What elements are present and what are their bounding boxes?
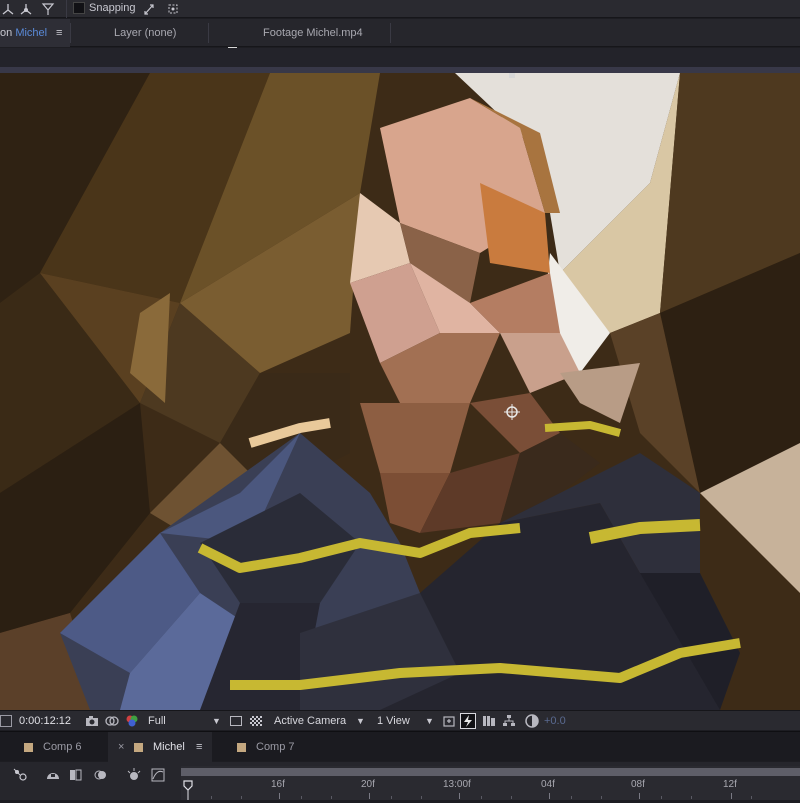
transparency-grid-icon[interactable]: [250, 716, 262, 726]
ruler-tick: [691, 796, 692, 799]
ruler-tick: [211, 796, 212, 799]
ruler-tick: [301, 796, 302, 799]
fast-previews-icon[interactable]: [460, 713, 476, 729]
composition-viewer[interactable]: [0, 73, 800, 710]
comp-tab-icon: [237, 743, 246, 752]
flowchart-icon[interactable]: [501, 713, 517, 729]
exposure-reset-icon[interactable]: [524, 713, 540, 729]
composition-tab-prefix: on: [0, 27, 13, 39]
snap-edges-icon[interactable]: [141, 1, 157, 17]
ruler-tick: [601, 796, 602, 799]
viewer-frame-image: [0, 73, 800, 710]
ruler-tick: [661, 796, 662, 799]
chevron-down-icon[interactable]: ▼: [425, 711, 434, 731]
ruler-tick: [241, 796, 242, 799]
color-channel-icon[interactable]: [124, 713, 140, 729]
timeline-tab-row: Comp 6 × Michel ≡ Comp 7: [0, 731, 800, 762]
ruler-tick: [511, 796, 512, 799]
ruler-tick: [459, 793, 460, 799]
brainstorm-icon[interactable]: [126, 767, 142, 783]
tab-divider: [208, 23, 209, 43]
snapping-label: Snapping: [89, 2, 136, 14]
tab-comp-7[interactable]: Comp 7: [256, 732, 295, 762]
view-layout-select[interactable]: 1 View: [377, 711, 410, 731]
grid-guides-icon[interactable]: [0, 715, 12, 727]
region-of-interest-icon[interactable]: [230, 716, 242, 726]
resolution-select[interactable]: Full: [148, 711, 166, 731]
ruler-tick: [571, 796, 572, 799]
ruler-label: 13:00f: [443, 779, 471, 790]
ruler-label: 04f: [541, 779, 555, 790]
camera-view-select[interactable]: Active Camera: [274, 711, 346, 731]
comp-panel-icon[interactable]: [481, 713, 497, 729]
comp-tab-icon: [134, 743, 143, 752]
ruler-tick: [549, 793, 550, 799]
snap-features-icon[interactable]: [165, 1, 181, 17]
viewer-controls-bar: 0:00:12:12 Full ▼ Active Camera ▼ 1 View…: [0, 710, 800, 730]
timeline-toggle-icon[interactable]: [441, 713, 457, 729]
viewer-top-handle[interactable]: [509, 73, 515, 78]
ruler-tick: [331, 796, 332, 799]
ruler-label: 20f: [361, 779, 375, 790]
ruler-tick: [391, 796, 392, 799]
ruler-label: 08f: [631, 779, 645, 790]
ruler-tick: [639, 793, 640, 799]
tab-michel[interactable]: Michel: [153, 732, 185, 762]
ruler-tick: [481, 796, 482, 799]
exposure-value[interactable]: +0.0: [544, 711, 566, 731]
current-timecode[interactable]: 0:00:12:12: [19, 711, 71, 731]
ruler-tick: [731, 793, 732, 799]
composition-tab-name: Michel: [15, 27, 48, 39]
chevron-down-icon[interactable]: ▼: [212, 711, 221, 731]
composition-mini-flowchart-icon[interactable]: [12, 767, 28, 783]
panel-menu-icon[interactable]: ≡: [196, 732, 202, 762]
timeline-header: 16f 20f 13:00f 04f 08f 12f: [0, 762, 800, 800]
chevron-down-icon[interactable]: ▼: [356, 711, 365, 731]
snapping-checkbox[interactable]: [73, 2, 85, 14]
time-ruler[interactable]: 16f 20f 13:00f 04f 08f 12f: [181, 766, 800, 800]
toolbar-divider: [66, 0, 67, 18]
viewer-tab-row: on Michel ≡ Layer (none) Footage Michel.…: [0, 19, 800, 56]
close-icon[interactable]: ×: [118, 732, 124, 762]
snapshot-camera-icon[interactable]: [84, 713, 100, 729]
motion-blur-icon[interactable]: [93, 767, 109, 783]
axis-world-icon[interactable]: [0, 1, 16, 17]
top-toolbar: Snapping: [0, 0, 800, 18]
draft-3d-icon[interactable]: [45, 767, 61, 783]
snapping-toggle-icon[interactable]: [40, 1, 56, 17]
panel-menu-icon[interactable]: ≡: [56, 27, 62, 39]
tab-layer[interactable]: Layer (none): [114, 19, 176, 47]
tab-divider: [70, 23, 71, 43]
work-area-bar[interactable]: [181, 768, 800, 776]
ruler-tick: [369, 793, 370, 799]
tab-divider: [390, 23, 391, 43]
ruler-label: 16f: [271, 779, 285, 790]
ruler-tick: [279, 793, 280, 799]
comp-tab-icon: [24, 743, 33, 752]
show-snapshot-icon[interactable]: [104, 713, 120, 729]
tab-footage[interactable]: Footage Michel.mp4: [263, 19, 363, 47]
ruler-label: 12f: [723, 779, 737, 790]
graph-editor-icon[interactable]: [150, 767, 166, 783]
current-time-indicator-icon[interactable]: [183, 780, 193, 800]
axis-view-icon[interactable]: [18, 1, 34, 17]
ruler-tick: [751, 796, 752, 799]
frame-blending-icon[interactable]: [68, 767, 84, 783]
ruler-tick: [421, 796, 422, 799]
tab-comp-6[interactable]: Comp 6: [43, 732, 82, 762]
